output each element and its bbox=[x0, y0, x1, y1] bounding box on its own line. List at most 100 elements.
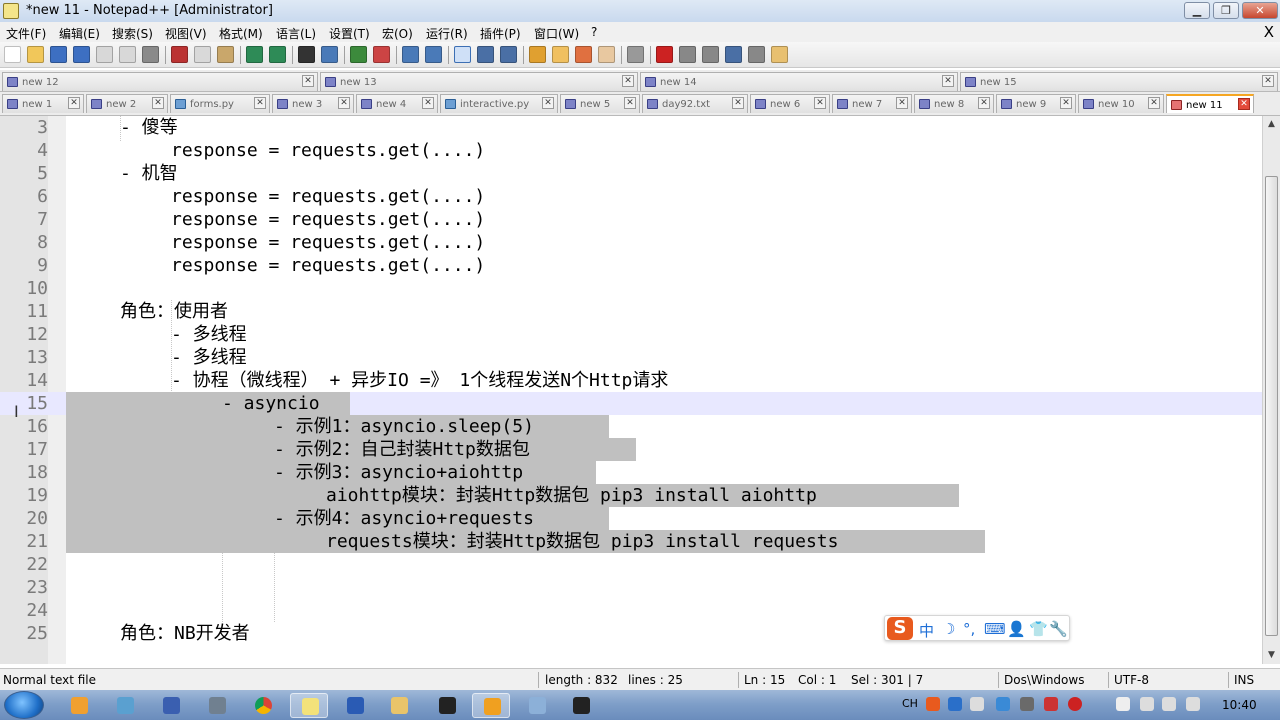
tab-new-5[interactable]: new 5 ✕ bbox=[560, 94, 640, 113]
taskbar-app-chrome[interactable] bbox=[244, 693, 282, 718]
zoom-out-icon[interactable] bbox=[373, 46, 390, 63]
tab-close-icon[interactable]: ✕ bbox=[624, 97, 636, 109]
taskbar-app-save[interactable] bbox=[152, 693, 190, 718]
monitor-icon[interactable] bbox=[627, 46, 644, 63]
scroll-up-icon[interactable]: ▲ bbox=[1263, 116, 1280, 133]
word-wrap-icon[interactable] bbox=[454, 46, 471, 63]
tab-close-icon[interactable]: ✕ bbox=[942, 75, 954, 87]
tab-close-icon[interactable]: ✕ bbox=[1060, 97, 1072, 109]
text-editor[interactable]: 3 - 傻等 4 response = requests.get(....) 5 - 机智… bbox=[0, 116, 1262, 664]
tab-new-9[interactable]: new 9 ✕ bbox=[996, 94, 1076, 113]
menu-plugins[interactable]: 插件(P) bbox=[480, 25, 521, 42]
play-macro-icon[interactable] bbox=[702, 46, 719, 63]
taskbar-app-notepadpp[interactable] bbox=[290, 693, 328, 718]
cut-icon[interactable] bbox=[171, 46, 188, 63]
doc-map-icon[interactable] bbox=[552, 46, 569, 63]
tab-close-icon[interactable]: ✕ bbox=[732, 97, 744, 109]
tab-new-1[interactable]: new 1 ✕ bbox=[2, 94, 84, 113]
taskbar-app-vm[interactable] bbox=[518, 693, 556, 718]
menu-macro[interactable]: 宏(O) bbox=[382, 25, 413, 42]
tab-forms-py[interactable]: forms.py ✕ bbox=[170, 94, 270, 113]
ime-punctuation-icon[interactable]: °, bbox=[963, 620, 975, 638]
editor-line[interactable]: 10 bbox=[0, 277, 1262, 300]
menu-view[interactable]: 视图(V) bbox=[165, 25, 207, 42]
ie-tray-icon[interactable] bbox=[996, 697, 1010, 711]
editor-line[interactable]: 9 response = requests.get(....) bbox=[0, 254, 1262, 277]
open-file-icon[interactable] bbox=[27, 46, 44, 63]
show-all-chars-icon[interactable] bbox=[477, 46, 494, 63]
tab-close-icon[interactable]: ✕ bbox=[1238, 98, 1250, 110]
clock[interactable]: 10:40 bbox=[1222, 698, 1257, 712]
status-eol[interactable]: Dos\Windows bbox=[1004, 673, 1084, 687]
tab-new-7[interactable]: new 7 ✕ bbox=[832, 94, 912, 113]
editor-line[interactable]: 7 response = requests.get(....) bbox=[0, 208, 1262, 231]
status-insert-mode[interactable]: INS bbox=[1234, 673, 1254, 687]
tab-close-icon[interactable]: ✕ bbox=[302, 75, 314, 87]
help-tray-icon[interactable] bbox=[948, 697, 962, 711]
tab-close-icon[interactable]: ✕ bbox=[1262, 75, 1274, 87]
start-button[interactable] bbox=[4, 691, 44, 719]
tab-close-icon[interactable]: ✕ bbox=[896, 97, 908, 109]
action-center-icon[interactable] bbox=[1116, 697, 1130, 711]
scroll-down-icon[interactable]: ▼ bbox=[1263, 647, 1280, 664]
taskbar-app-sticky[interactable] bbox=[472, 693, 510, 718]
editor-line[interactable]: 19 aiohttp模块：封装Http数据包 pip3 install aioht… bbox=[0, 484, 1262, 507]
indent-guide-icon[interactable] bbox=[500, 46, 517, 63]
tab-close-icon[interactable]: ✕ bbox=[622, 75, 634, 87]
tab-new-8[interactable]: new 8 ✕ bbox=[914, 94, 994, 113]
folder-workspace-icon[interactable] bbox=[598, 46, 615, 63]
editor-line[interactable]: 21 requests模块：封装Http数据包 pip3 install requ… bbox=[0, 530, 1262, 553]
record-macro-icon[interactable] bbox=[656, 46, 673, 63]
tab-close-icon[interactable]: ✕ bbox=[68, 97, 80, 109]
replace-icon[interactable] bbox=[321, 46, 338, 63]
tab-close-icon[interactable]: ✕ bbox=[152, 97, 164, 109]
tab-new-3[interactable]: new 3 ✕ bbox=[272, 94, 354, 113]
tab-new-10[interactable]: new 10 ✕ bbox=[1078, 94, 1164, 113]
close-document-button[interactable]: X bbox=[1264, 23, 1274, 41]
close-window-button[interactable]: ✕ bbox=[1242, 2, 1278, 19]
function-list-icon[interactable] bbox=[575, 46, 592, 63]
ime-chinese-mode[interactable]: 中 bbox=[919, 620, 934, 641]
ime-halfwidth-icon[interactable]: ☽ bbox=[942, 620, 955, 638]
status-encoding[interactable]: UTF-8 bbox=[1114, 673, 1149, 687]
ime-skin-icon[interactable]: 👕 bbox=[1029, 620, 1048, 638]
tab-close-icon[interactable]: ✕ bbox=[422, 97, 434, 109]
language-indicator[interactable]: CH bbox=[902, 697, 918, 710]
editor-line[interactable]: 12 - 多线程 bbox=[0, 323, 1262, 346]
taskbar-app-explorer[interactable] bbox=[380, 693, 418, 718]
tab-new-15[interactable]: new 15 ✕ bbox=[960, 72, 1278, 91]
tab-new-11[interactable]: new 11 ✕ bbox=[1166, 94, 1254, 113]
editor-line[interactable]: 5 - 机智 bbox=[0, 162, 1262, 185]
tab-close-icon[interactable]: ✕ bbox=[254, 97, 266, 109]
editor-line[interactable]: 3 - 傻等 bbox=[0, 116, 1262, 139]
plugin-icon[interactable] bbox=[771, 46, 788, 63]
editor-line[interactable]: 24 bbox=[0, 599, 1262, 622]
minimize-button[interactable]: ▁ bbox=[1184, 2, 1210, 19]
tab-interactive-py[interactable]: interactive.py ✕ bbox=[440, 94, 558, 113]
tab-new-4[interactable]: new 4 ✕ bbox=[356, 94, 438, 113]
taskbar-app-terminal[interactable] bbox=[562, 693, 600, 718]
editor-line[interactable]: 18 - 示例3：asyncio+aiohttp bbox=[0, 461, 1262, 484]
close-all-icon[interactable] bbox=[119, 46, 136, 63]
editor-line[interactable]: 22 bbox=[0, 553, 1262, 576]
sogou-tray-icon[interactable] bbox=[926, 697, 940, 711]
print-icon[interactable] bbox=[142, 46, 159, 63]
tab-close-icon[interactable]: ✕ bbox=[978, 97, 990, 109]
taskbar-app-pycharm[interactable] bbox=[428, 693, 466, 718]
paste-icon[interactable] bbox=[217, 46, 234, 63]
find-icon[interactable] bbox=[298, 46, 315, 63]
taskbar-app-cmd-tool[interactable] bbox=[198, 693, 236, 718]
ime-user-icon[interactable]: 👤 bbox=[1007, 620, 1026, 638]
taskbar-app-paint[interactable] bbox=[106, 693, 144, 718]
ime-keyboard-icon[interactable]: ⌨ bbox=[984, 620, 1006, 638]
udl-icon[interactable] bbox=[529, 46, 546, 63]
editor-line[interactable]: 16 - 示例1：asyncio.sleep(5) bbox=[0, 415, 1262, 438]
save-all-icon[interactable] bbox=[73, 46, 90, 63]
tab-close-icon[interactable]: ✕ bbox=[338, 97, 350, 109]
save-macro-icon[interactable] bbox=[748, 46, 765, 63]
editor-line[interactable]: 6 response = requests.get(....) bbox=[0, 185, 1262, 208]
editor-line[interactable]: 4 response = requests.get(....) bbox=[0, 139, 1262, 162]
volume-tray-icon[interactable] bbox=[1186, 697, 1200, 711]
copy-icon[interactable] bbox=[194, 46, 211, 63]
stop-record-icon[interactable] bbox=[679, 46, 696, 63]
